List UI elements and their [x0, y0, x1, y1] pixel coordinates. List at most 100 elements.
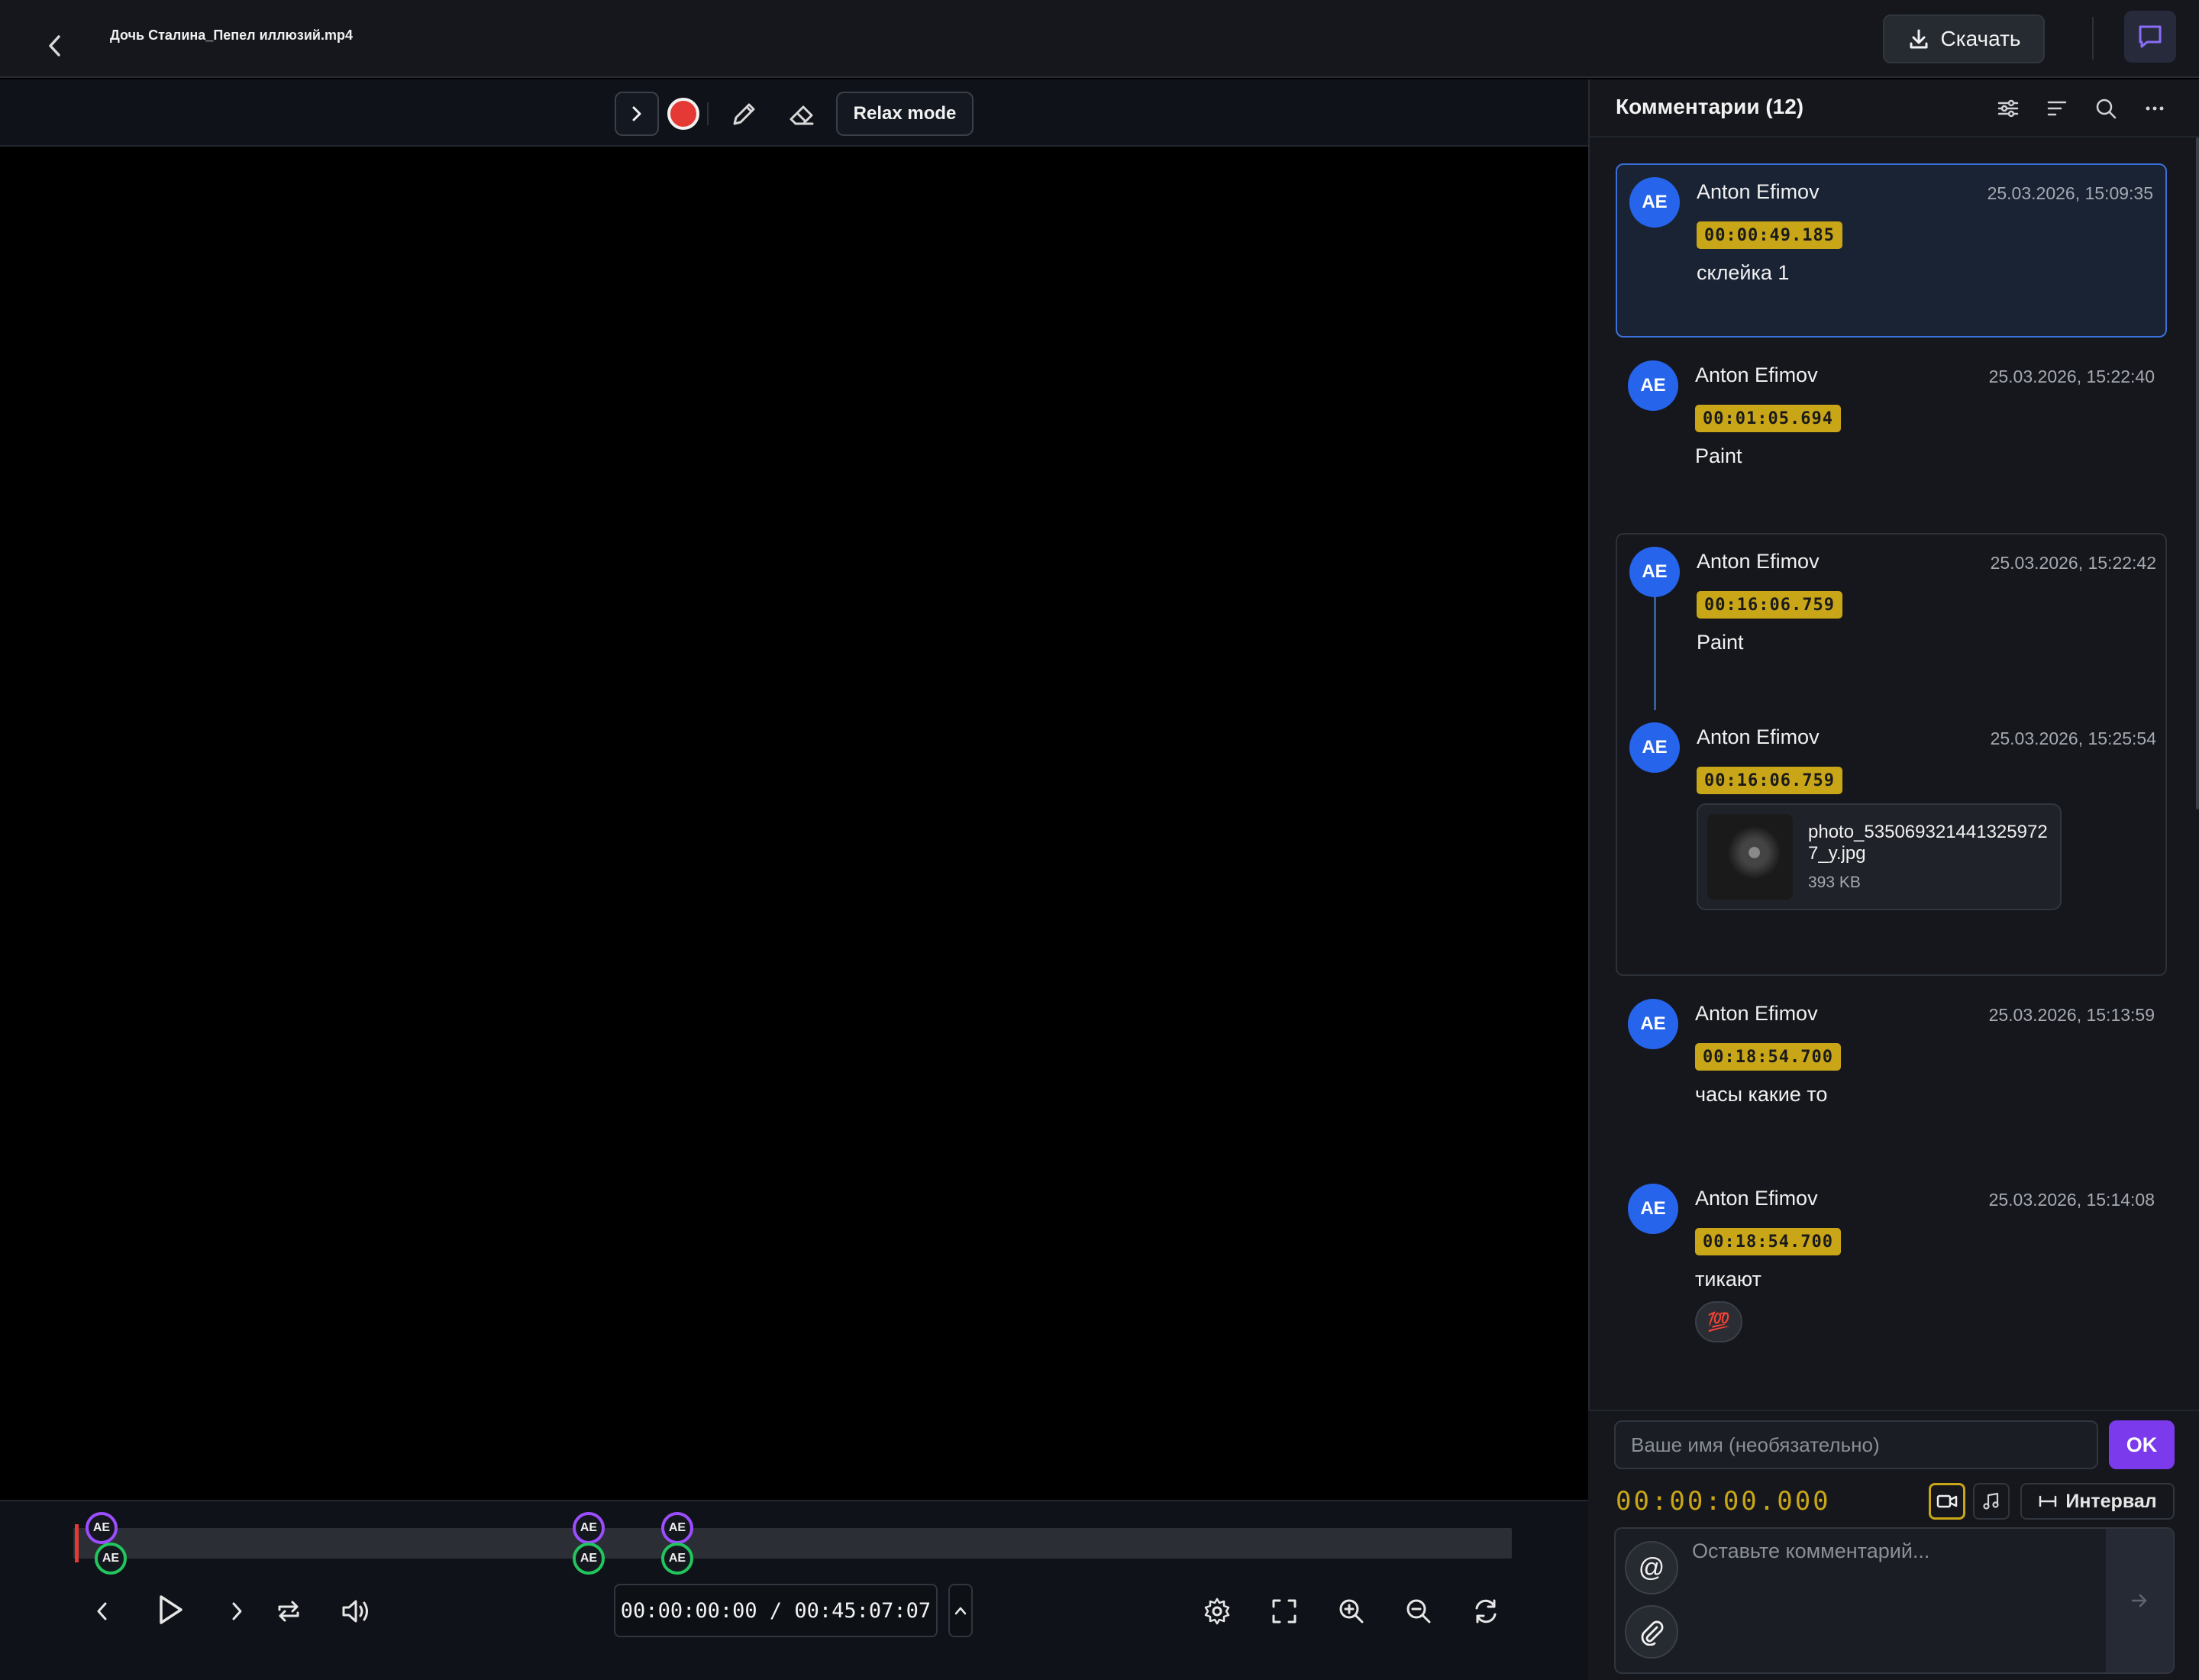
comment-author: Anton Efimov: [1697, 180, 1820, 203]
settings-button[interactable]: [1196, 1590, 1238, 1633]
arrow-right-icon: [2131, 1594, 2147, 1607]
attach-file-button[interactable]: [1625, 1605, 1678, 1659]
sort-icon: [2047, 101, 2067, 116]
timeline-comment-marker[interactable]: AE: [86, 1512, 118, 1544]
composer-timecode: 00:00:00.000: [1616, 1486, 1831, 1517]
audio-mode-button[interactable]: [1973, 1483, 2010, 1520]
timeline-comment-marker[interactable]: AE: [661, 1512, 693, 1544]
comment-date: 25.03.2026, 15:09:35: [1987, 183, 2153, 203]
zoom-in-icon: [1339, 1599, 1364, 1623]
sliders-icon: [1997, 99, 2019, 118]
comment-text: часы какие то: [1695, 1083, 1828, 1106]
comment-item[interactable]: AE Anton Efimov 25.03.2026, 15:22:40 00:…: [1616, 348, 2167, 524]
ok-button[interactable]: OK: [2109, 1420, 2175, 1469]
mention-button[interactable]: @: [1625, 1541, 1678, 1594]
comment-text: склейка 1: [1697, 261, 1790, 284]
comment-item[interactable]: AE Anton Efimov 25.03.2026, 15:14:08 00:…: [1616, 1171, 2167, 1362]
timeline-comment-marker[interactable]: AE: [661, 1543, 693, 1575]
more-horizontal-icon: [2146, 106, 2164, 111]
fullscreen-button[interactable]: [1263, 1590, 1306, 1633]
comment-text: Paint: [1695, 444, 1742, 467]
loop-button[interactable]: [267, 1590, 310, 1633]
comments-header: Комментарии (12): [1590, 79, 2199, 137]
playhead[interactable]: [75, 1524, 79, 1562]
refresh-icon: [1475, 1599, 1497, 1623]
previous-frame-button[interactable]: [81, 1590, 124, 1633]
back-button[interactable]: [38, 29, 72, 63]
eraser-tool-button[interactable]: [785, 98, 819, 131]
video-mode-button[interactable]: [1929, 1483, 1965, 1520]
attachment-thumbnail: [1707, 814, 1793, 900]
avatar: AE: [1629, 177, 1680, 228]
timeline-comment-marker[interactable]: AE: [573, 1543, 605, 1575]
avatar: AE: [1628, 360, 1678, 411]
timecode-expand-button[interactable]: [948, 1584, 973, 1637]
comment-author: Anton Efimov: [1695, 1187, 1818, 1210]
download-label: Скачать: [1940, 27, 2021, 50]
reset-view-button[interactable]: [1464, 1590, 1507, 1633]
comment-timecode-badge[interactable]: 00:18:54.700: [1695, 1228, 1841, 1255]
comment-author: Anton Efimov: [1697, 550, 1820, 573]
comment-timecode-badge[interactable]: 00:16:06.759: [1697, 767, 1842, 794]
chevron-right-icon: [232, 1602, 242, 1620]
comment-timecode-badge[interactable]: 00:00:49.185: [1697, 221, 1842, 249]
chat-icon: [2139, 25, 2162, 48]
attachment-filename: photo_5350693214413259727_y.jpg: [1808, 822, 2048, 864]
relax-mode-button[interactable]: Relax mode: [836, 92, 974, 136]
avatar: AE: [1629, 722, 1680, 773]
pencil-tool-button[interactable]: [727, 98, 760, 131]
attachment-card[interactable]: photo_5350693214413259727_y.jpg 393 KB: [1697, 803, 2062, 910]
comment-timecode-badge[interactable]: 00:01:05.694: [1695, 405, 1841, 432]
gear-icon: [1204, 1598, 1230, 1625]
timeline-track[interactable]: [73, 1528, 1512, 1559]
eraser-icon: [790, 105, 814, 125]
interval-label: Интервал: [2065, 1490, 2157, 1512]
name-input[interactable]: [1614, 1420, 2098, 1469]
comment-item[interactable]: AE Anton Efimov 25.03.2026, 15:09:35 00:…: [1616, 163, 2167, 338]
comments-toggle-button[interactable]: [2124, 11, 2176, 63]
avatar: AE: [1629, 547, 1680, 597]
attachment-size: 393 KB: [1808, 874, 1861, 891]
chevron-left-icon: [97, 1602, 107, 1620]
comment-timecode-badge[interactable]: 00:16:06.759: [1697, 591, 1842, 619]
volume-icon: [342, 1600, 368, 1623]
comment-author: Anton Efimov: [1697, 725, 1820, 748]
toolbar-separator: [707, 102, 709, 125]
comment-timecode-badge[interactable]: 00:18:54.700: [1695, 1043, 1841, 1071]
reaction-badge[interactable]: 💯: [1695, 1301, 1742, 1342]
video-viewport[interactable]: [0, 147, 1588, 1500]
brush-color-swatch[interactable]: [667, 98, 699, 130]
zoom-in-button[interactable]: [1330, 1590, 1373, 1633]
sort-button[interactable]: [2040, 92, 2074, 125]
download-button[interactable]: Скачать: [1883, 15, 2045, 63]
comment-item[interactable]: AE Anton Efimov 25.03.2026, 15:22:42 00:…: [1617, 535, 2168, 710]
send-button[interactable]: [2106, 1529, 2173, 1672]
comment-date: 25.03.2026, 15:22:42: [1990, 553, 2156, 573]
comment-input[interactable]: [1692, 1539, 2088, 1662]
play-button[interactable]: [148, 1588, 191, 1631]
file-title: Дочь Сталина_Пепел иллюзий.mp4: [110, 27, 353, 43]
video-camera-icon: [1936, 1494, 1958, 1508]
toolbar-expand-button[interactable]: [615, 92, 659, 136]
chevron-right-icon: [632, 106, 641, 121]
comment-item[interactable]: AE Anton Efimov 25.03.2026, 15:13:59 00:…: [1616, 987, 2167, 1162]
search-button[interactable]: [2089, 92, 2123, 125]
search-icon: [2096, 99, 2117, 119]
chevron-up-icon: [954, 1607, 967, 1615]
interval-button[interactable]: Интервал: [2020, 1483, 2175, 1520]
comment-date: 25.03.2026, 15:14:08: [1988, 1190, 2155, 1210]
more-options-button[interactable]: [2138, 92, 2172, 125]
next-frame-button[interactable]: [215, 1590, 258, 1633]
filter-button[interactable]: [1991, 92, 2025, 125]
comment-author: Anton Efimov: [1695, 1002, 1818, 1025]
comment-reply[interactable]: AE Anton Efimov 25.03.2026, 15:25:54 00:…: [1617, 710, 2168, 962]
comment-author: Anton Efimov: [1695, 363, 1818, 386]
comments-scrollbar[interactable]: [2196, 137, 2199, 809]
volume-button[interactable]: [334, 1590, 377, 1633]
timecode-display[interactable]: 00:00:00:00 / 00:45:07:07: [614, 1584, 938, 1637]
timeline-comment-marker[interactable]: AE: [95, 1543, 127, 1575]
paperclip-icon: [1641, 1620, 1664, 1646]
comment-text: Paint: [1697, 631, 1744, 654]
timeline-comment-marker[interactable]: AE: [573, 1512, 605, 1544]
zoom-out-button[interactable]: [1397, 1590, 1440, 1633]
